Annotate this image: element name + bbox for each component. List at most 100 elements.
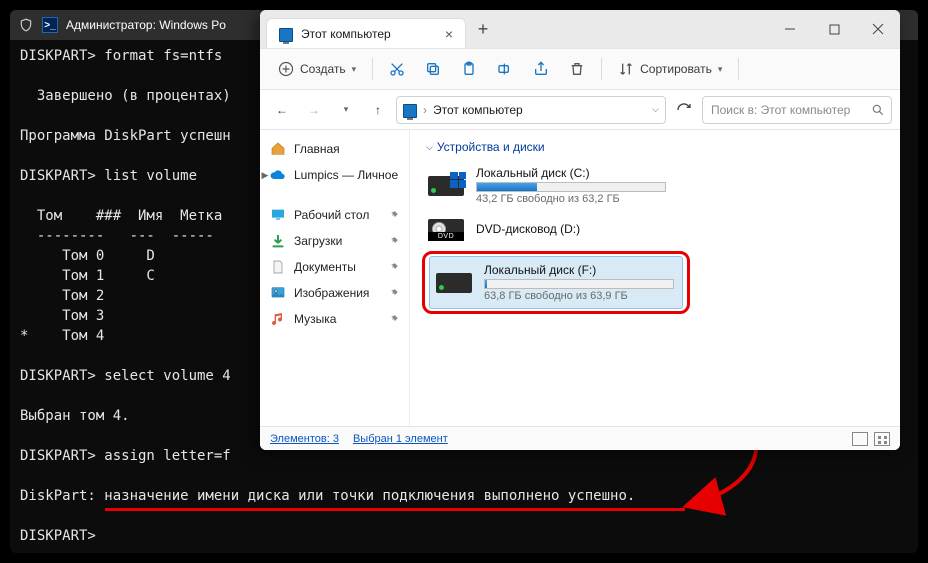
cut-button[interactable]	[381, 54, 413, 84]
chevron-down-icon: ▾	[718, 64, 723, 75]
explorer-tabbar: Этот компьютер × +	[260, 10, 900, 48]
windows-logo-icon	[450, 172, 466, 188]
pin-icon	[389, 210, 399, 220]
share-button[interactable]	[525, 54, 557, 84]
sidebar-item-label: Lumpics — Личное	[294, 168, 398, 182]
sidebar-item-home[interactable]: Главная	[260, 136, 409, 162]
this-pc-icon	[279, 28, 293, 42]
hdd-icon	[428, 174, 464, 198]
powershell-icon: >_	[42, 17, 58, 33]
sidebar-item-downloads[interactable]: Загрузки	[260, 228, 409, 254]
pin-icon	[389, 288, 399, 298]
annotation-underline	[105, 508, 685, 511]
drive-name: Локальный диск (F:)	[484, 263, 676, 277]
storage-bar	[476, 182, 666, 192]
pin-icon	[389, 314, 399, 324]
sidebar-item-label: Документы	[294, 260, 356, 274]
copy-icon	[425, 61, 441, 77]
file-explorer-window[interactable]: Этот компьютер × + Создать ▾	[260, 10, 900, 450]
sidebar-item-label: Загрузки	[294, 234, 342, 248]
create-label: Создать	[300, 62, 346, 76]
delete-button[interactable]	[561, 54, 593, 84]
clipboard-icon	[461, 61, 477, 77]
chevron-down-icon[interactable]: ⌵	[652, 104, 659, 115]
explorer-tab-title: Этот компьютер	[301, 27, 391, 41]
shield-icon	[18, 17, 34, 33]
sidebar-item-music[interactable]: Музыка	[260, 306, 409, 332]
sidebar-item-pictures[interactable]: Изображения	[260, 280, 409, 306]
trash-icon	[569, 61, 585, 77]
group-header-devices[interactable]: ⌵ Устройства и диски	[426, 140, 888, 154]
scissors-icon	[389, 61, 405, 77]
status-selection[interactable]: Выбран 1 элемент	[353, 433, 448, 445]
drive-name: DVD-дисковод (D:)	[476, 222, 882, 236]
window-maximize-button[interactable]	[812, 10, 856, 48]
sidebar-item-onedrive[interactable]: ▶ Lumpics — Личное	[260, 162, 409, 188]
share-icon	[533, 61, 549, 77]
sort-icon	[618, 61, 634, 77]
storage-bar	[484, 279, 674, 289]
explorer-content: ⌵ Устройства и диски Локальный диск (C:)…	[410, 130, 900, 426]
nav-forward-button[interactable]: →	[300, 96, 328, 124]
sidebar-item-desktop[interactable]: Рабочий стол	[260, 202, 409, 228]
window-minimize-button[interactable]	[768, 10, 812, 48]
drive-c[interactable]: Локальный диск (C:) 43,2 ГБ свободно из …	[422, 160, 888, 211]
nav-up-button[interactable]: ↑	[364, 96, 392, 124]
nav-history-button[interactable]: ▾	[332, 96, 360, 124]
drive-subtext: 63,8 ГБ свободно из 63,9 ГБ	[484, 290, 676, 302]
document-icon	[270, 259, 286, 275]
view-list-button[interactable]	[852, 432, 868, 446]
cloud-icon	[270, 167, 286, 183]
picture-icon	[270, 285, 286, 301]
pin-icon	[389, 262, 399, 272]
home-icon	[270, 141, 286, 157]
sidebar-item-label: Главная	[294, 142, 340, 156]
plus-circle-icon	[278, 61, 294, 77]
sort-label: Сортировать	[640, 62, 712, 76]
dvd-icon: DVD	[428, 217, 464, 241]
explorer-toolbar: Создать ▾ Сортировать ▾	[260, 48, 900, 90]
drive-f[interactable]: Локальный диск (F:) 63,8 ГБ свободно из …	[429, 256, 683, 309]
refresh-icon	[676, 102, 692, 118]
chevron-down-icon: ⌵	[426, 142, 433, 153]
chevron-down-icon: ▾	[352, 64, 357, 75]
status-count[interactable]: Элементов: 3	[270, 433, 339, 445]
sidebar-item-label: Рабочий стол	[294, 208, 369, 222]
search-placeholder: Поиск в: Этот компьютер	[711, 103, 850, 117]
sidebar-item-label: Музыка	[294, 312, 336, 326]
create-button[interactable]: Создать ▾	[270, 54, 364, 84]
rename-icon	[497, 61, 513, 77]
download-icon	[270, 233, 286, 249]
rename-button[interactable]	[489, 54, 521, 84]
hdd-icon	[436, 271, 472, 295]
nav-back-button[interactable]: ←	[268, 96, 296, 124]
search-icon	[871, 103, 885, 117]
tab-close-icon[interactable]: ×	[445, 26, 453, 42]
explorer-tab-this-pc[interactable]: Этот компьютер ×	[266, 18, 466, 48]
window-close-button[interactable]	[856, 10, 900, 48]
this-pc-icon	[403, 104, 417, 118]
drive-name: Локальный диск (C:)	[476, 166, 882, 180]
sidebar-item-documents[interactable]: Документы	[260, 254, 409, 280]
new-tab-button[interactable]: +	[466, 19, 500, 40]
annotation-highlight-f: Локальный диск (F:) 63,8 ГБ свободно из …	[422, 251, 690, 314]
copy-button[interactable]	[417, 54, 449, 84]
drive-subtext: 43,2 ГБ свободно из 63,2 ГБ	[476, 193, 882, 205]
explorer-nav-row: ← → ▾ ↑ › Этот компьютер ⌵ Поиск в: Этот…	[260, 90, 900, 130]
pin-icon	[389, 236, 399, 246]
search-input[interactable]: Поиск в: Этот компьютер	[702, 96, 892, 124]
explorer-statusbar: Элементов: 3 Выбран 1 элемент	[260, 426, 900, 450]
breadcrumb-label: Этот компьютер	[433, 103, 523, 117]
view-grid-button[interactable]	[874, 432, 890, 446]
powershell-title: Администратор: Windows Po	[66, 18, 226, 32]
sort-button[interactable]: Сортировать ▾	[610, 54, 730, 84]
drive-d[interactable]: DVD DVD-дисковод (D:)	[422, 211, 888, 247]
sidebar-item-label: Изображения	[294, 286, 369, 300]
desktop-icon	[270, 207, 286, 223]
group-header-label: Устройства и диски	[437, 140, 545, 154]
breadcrumb[interactable]: › Этот компьютер ⌵	[396, 96, 666, 124]
refresh-button[interactable]	[670, 96, 698, 124]
music-icon	[270, 311, 286, 327]
paste-button[interactable]	[453, 54, 485, 84]
expand-icon[interactable]: ▶	[260, 170, 270, 181]
